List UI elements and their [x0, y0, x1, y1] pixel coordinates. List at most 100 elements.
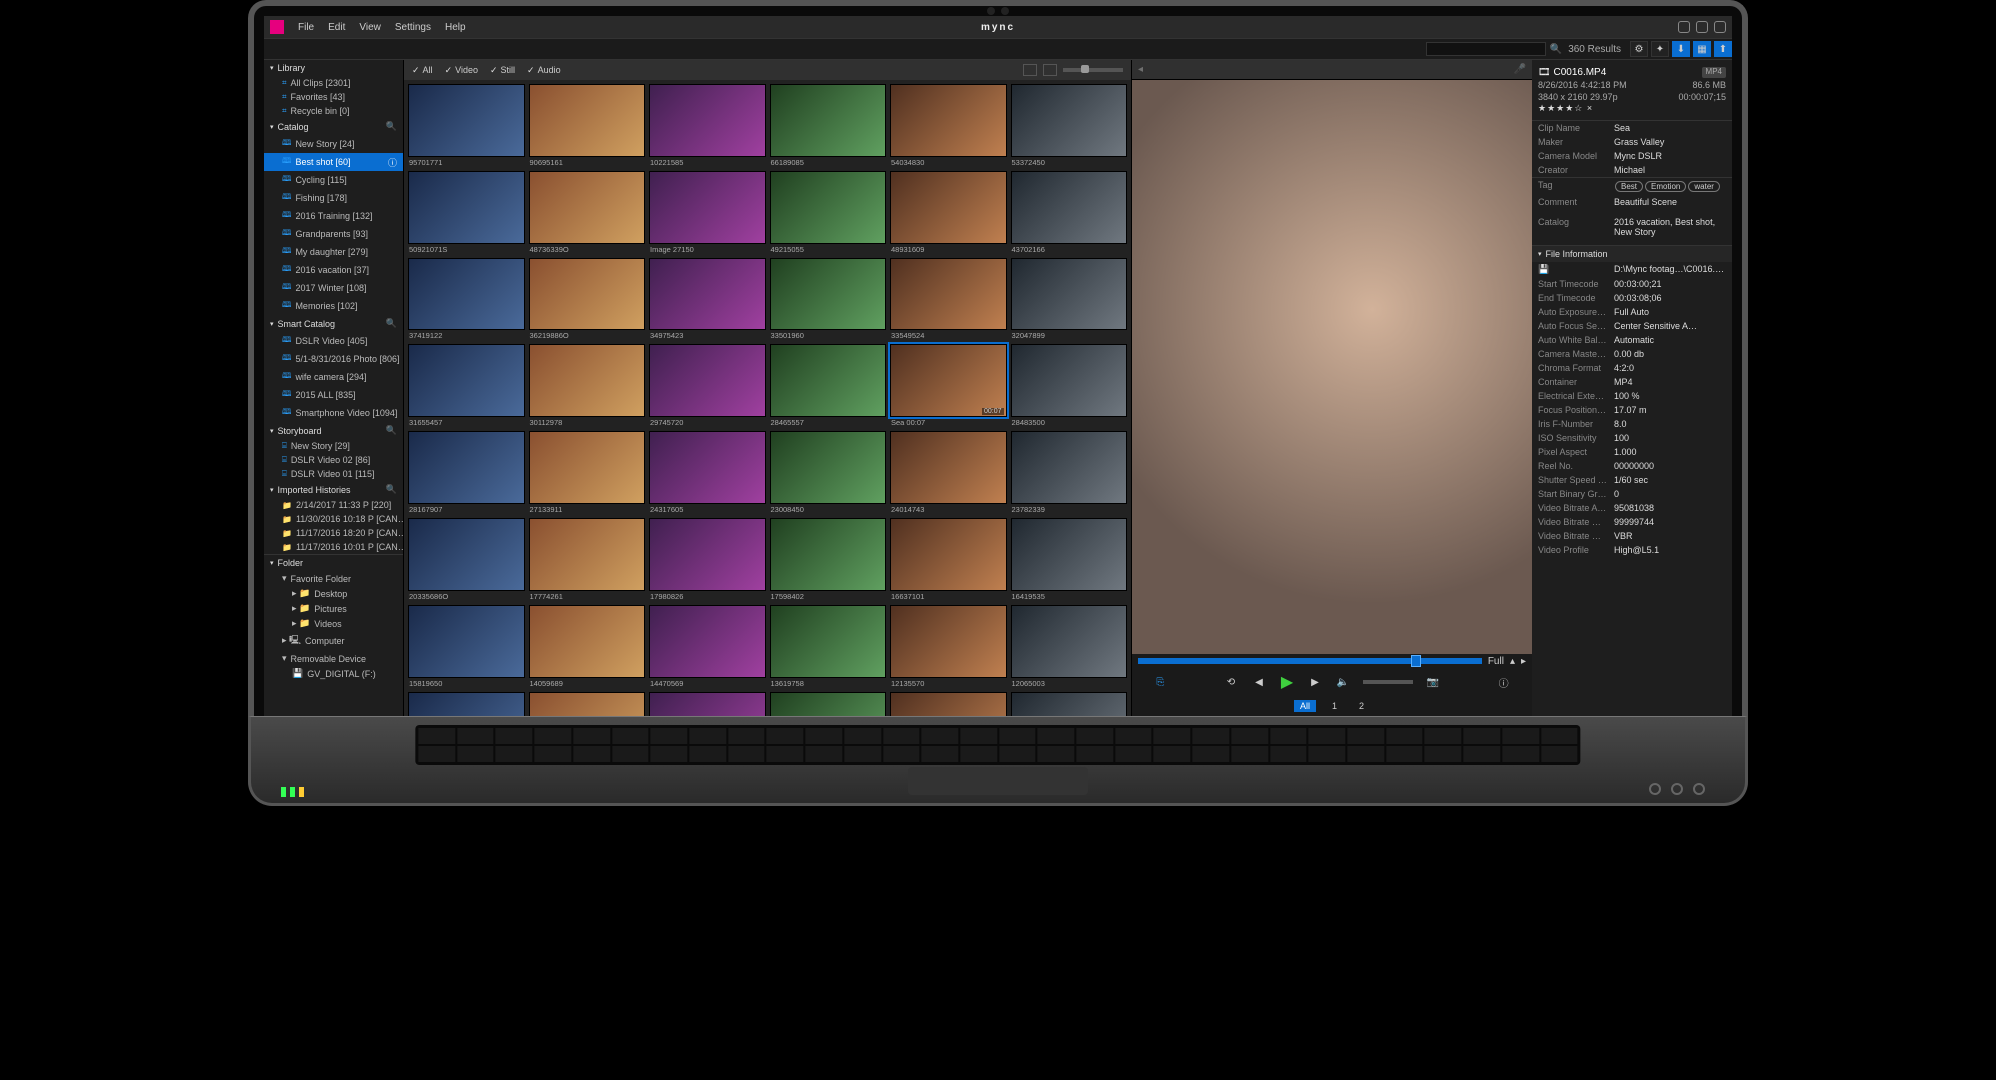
sidebar-item[interactable]: 🕮Cycling [115] [264, 171, 403, 189]
sidebar-item[interactable]: 📁11/17/2016 10:01 P [CAN… [264, 540, 403, 554]
sidebar-section-smart-catalog[interactable]: ▾Smart Catalog🔍 [264, 315, 403, 332]
sidebar-item[interactable]: ⌸DSLR Video 02 [86] [264, 453, 403, 467]
gear-icon[interactable]: ⚙ [1630, 41, 1648, 57]
thumbnail[interactable] [1011, 692, 1128, 716]
thumbnail[interactable] [770, 518, 887, 591]
filter-video[interactable]: Video [445, 65, 478, 76]
settings-icon[interactable]: ✦ [1651, 41, 1669, 57]
thumbnail[interactable] [890, 431, 1007, 504]
microphone-icon[interactable]: 🎤 [1514, 64, 1526, 75]
page-1[interactable]: 1 [1326, 700, 1343, 712]
view-grid-icon[interactable] [1023, 64, 1037, 76]
tags-field[interactable]: BestEmotionwater [1614, 180, 1726, 193]
tag-pill[interactable]: water [1688, 181, 1720, 192]
thumbnail[interactable] [408, 518, 525, 591]
meta-value[interactable]: Mync DSLR [1614, 151, 1726, 161]
thumbnail[interactable] [529, 605, 646, 678]
sidebar-item[interactable]: 🕮My daughter [279] [264, 243, 403, 261]
thumbnail[interactable] [890, 171, 1007, 244]
sidebar-section-folder[interactable]: ▾Folder [264, 554, 403, 571]
info-icon[interactable]: ⓘ [1496, 674, 1512, 690]
thumbnail[interactable] [408, 171, 525, 244]
thumbnail[interactable] [770, 171, 887, 244]
expand-icon[interactable]: ▸ [1521, 656, 1526, 667]
thumbnail[interactable] [529, 692, 646, 716]
thumbnail[interactable] [770, 431, 887, 504]
sidebar-item[interactable]: 🕮2016 vacation [37] [264, 261, 403, 279]
play-button[interactable]: ▶ [1279, 674, 1295, 690]
sidebar-item[interactable]: 🕮5/1-8/31/2016 Photo [806] [264, 350, 403, 368]
step-back-button[interactable]: ◀ [1251, 674, 1267, 690]
thumbnail[interactable] [770, 605, 887, 678]
comment-value[interactable]: Beautiful Scene [1614, 197, 1726, 207]
sidebar-item-desktop[interactable]: ▸ 📁 Desktop [264, 586, 403, 601]
thumbnail[interactable] [1011, 431, 1128, 504]
thumbnail[interactable] [1011, 605, 1128, 678]
sidebar-item[interactable]: 🕮Smartphone Video [1094] [264, 404, 403, 422]
meta-value[interactable]: Grass Valley [1614, 137, 1726, 147]
import-button[interactable]: ⬇ [1672, 41, 1690, 57]
sidebar-item-favorite-folder[interactable]: ▾Favorite Folder [264, 571, 403, 586]
thumbnail[interactable] [770, 84, 887, 157]
sidebar-item-computer[interactable]: ▸ 🖳 Computer [264, 631, 403, 651]
sidebar-item[interactable]: 🕮Best shot [60]ⓘ [264, 153, 403, 171]
filter-all[interactable]: All [412, 65, 433, 76]
tag-pill[interactable]: Best [1615, 181, 1643, 192]
search-input[interactable] [1426, 42, 1546, 56]
filter-still[interactable]: Still [490, 65, 515, 76]
sidebar-item-removable[interactable]: ▾ Removable Device [264, 651, 403, 666]
search-icon[interactable]: 🔍 [386, 484, 397, 495]
thumbnail[interactable] [770, 344, 887, 417]
search-icon[interactable]: 🔍 [1550, 44, 1562, 55]
sidebar-item[interactable]: 🕮wife camera [294] [264, 368, 403, 386]
tag-pill[interactable]: Emotion [1645, 181, 1686, 192]
preview-viewport[interactable] [1132, 80, 1532, 654]
sidebar-section-imported[interactable]: ▾Imported Histories🔍 [264, 481, 403, 498]
thumbnail[interactable] [529, 518, 646, 591]
thumbnail[interactable] [529, 171, 646, 244]
search-icon[interactable]: 🔍 [386, 425, 397, 436]
thumbnail[interactable] [649, 431, 766, 504]
sidebar-item[interactable]: ⌗Recycle bin [0] [264, 104, 403, 118]
thumbnail[interactable] [408, 258, 525, 331]
thumbnail[interactable] [649, 605, 766, 678]
mark-in-button[interactable]: ⎘ [1152, 674, 1168, 690]
page-2[interactable]: 2 [1353, 700, 1370, 712]
sidebar-item[interactable]: 🕮DSLR Video [405] [264, 332, 403, 350]
sidebar-item[interactable]: 🕮Memories [102] [264, 297, 403, 315]
sidebar-item[interactable]: 🕮2015 ALL [835] [264, 386, 403, 404]
thumbnail[interactable] [770, 258, 887, 331]
thumbnail[interactable] [408, 84, 525, 157]
rating-stars[interactable]: ★★★★☆ × [1538, 103, 1726, 114]
menu-file[interactable]: File [298, 22, 314, 33]
loop-button[interactable]: ⟲ [1223, 674, 1239, 690]
thumbnail[interactable] [1011, 84, 1128, 157]
sidebar-item[interactable]: 🕮2016 Training [132] [264, 207, 403, 225]
layout-button[interactable]: ▦ [1693, 41, 1711, 57]
thumbnail[interactable] [649, 84, 766, 157]
sidebar-item[interactable]: ⌗All Clips [2301] [264, 76, 403, 90]
thumbnail[interactable] [890, 84, 1007, 157]
menu-help[interactable]: Help [445, 22, 466, 33]
mute-button[interactable]: 🔈 [1335, 674, 1351, 690]
view-list-icon[interactable] [1043, 64, 1057, 76]
sidebar-section-storyboard[interactable]: ▾Storyboard🔍 [264, 422, 403, 439]
sidebar-item[interactable]: 📁2/14/2017 11:33 P [220] [264, 498, 403, 512]
thumbnail[interactable] [408, 692, 525, 716]
sidebar-item[interactable]: ⌸New Story [29] [264, 439, 403, 453]
menu-edit[interactable]: Edit [328, 22, 345, 33]
minimize-button[interactable] [1678, 21, 1690, 33]
playhead-slider[interactable] [1138, 658, 1482, 664]
sidebar-section-library[interactable]: ▾Library [264, 60, 403, 76]
close-button[interactable] [1714, 21, 1726, 33]
thumbnail[interactable] [1011, 171, 1128, 244]
search-icon[interactable]: 🔍 [386, 121, 397, 132]
sidebar-item[interactable]: 🕮Grandparents [93] [264, 225, 403, 243]
export-button[interactable]: ⬆ [1714, 41, 1732, 57]
page-all[interactable]: All [1294, 700, 1316, 712]
thumbnail[interactable]: 00:07 [890, 344, 1007, 417]
thumbnail[interactable] [1011, 258, 1128, 331]
thumbnail[interactable] [529, 84, 646, 157]
sidebar-item[interactable]: 🕮Fishing [178] [264, 189, 403, 207]
maximize-button[interactable] [1696, 21, 1708, 33]
